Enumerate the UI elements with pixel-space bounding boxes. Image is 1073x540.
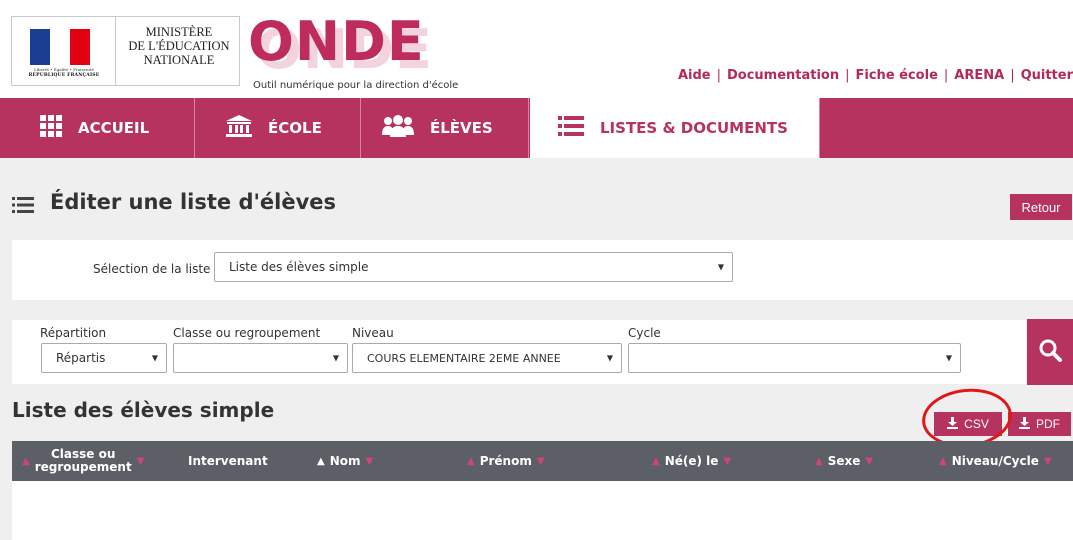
nav-ecole[interactable]: ÉCOLE [196, 98, 361, 158]
sort-down-icon[interactable]: ▼ [723, 456, 731, 467]
classe-select[interactable]: ▼ [173, 343, 348, 373]
nav-listes-documents[interactable]: LISTES & DOCUMENTS [530, 98, 820, 158]
column-label: Sexe [827, 454, 861, 468]
column-label: Né(e) le [664, 454, 719, 468]
pdf-label: PDF [1036, 417, 1060, 431]
column-label: Nom [329, 454, 361, 468]
page-header: Éditer une liste d'élèves [0, 188, 1073, 228]
cycle-select[interactable]: ▼ [628, 343, 961, 373]
chevron-down-icon: ▼ [717, 262, 724, 272]
republique-francaise: RÉPUBLIQUE FRANÇAISE [28, 73, 100, 78]
sort-up-icon[interactable]: ▲ [939, 456, 947, 467]
ministry-logo: Liberté • Égalité • Fraternité RÉPUBLIQU… [11, 16, 240, 86]
list-icon [12, 196, 34, 214]
nav-label: ÉLÈVES [430, 119, 493, 137]
niveau-select[interactable]: COURS ELEMENTAIRE 2EME ANNEE ▼ [352, 343, 622, 373]
link-aide[interactable]: Aide [678, 68, 711, 83]
sort-down-icon[interactable]: ▼ [137, 456, 145, 467]
header: Liberté • Égalité • Fraternité RÉPUBLIQU… [0, 0, 1073, 98]
chevron-down-icon: ▼ [151, 353, 158, 363]
filter-label-cycle: Cycle [628, 326, 661, 340]
column-label: Classe ou regroupement [34, 447, 132, 474]
list-title: Liste des élèves simple [12, 398, 275, 422]
list-selection-panel: Sélection de la liste Liste des élèves s… [12, 240, 1073, 300]
app-name: ONDE [248, 10, 425, 73]
chevron-down-icon: ▼ [332, 353, 339, 363]
nav-accueil[interactable]: ACCUEIL [0, 98, 195, 158]
pdf-download-button[interactable]: PDF [1008, 412, 1071, 436]
nav-label: ACCUEIL [78, 119, 150, 137]
sort-down-icon[interactable]: ▼ [1044, 456, 1052, 467]
link-separator: | [1010, 68, 1015, 83]
chevron-down-icon: ▼ [606, 353, 613, 363]
page-title: Éditer une liste d'élèves [50, 190, 337, 214]
user-area [868, 20, 1073, 64]
nav-label: ÉCOLE [268, 119, 322, 137]
ministry-line: MINISTÈRE [145, 25, 213, 39]
table-header: ▲ Classe ou regroupement ▼ Intervenant ▲… [12, 441, 1073, 481]
filters-panel: Répartition Répartis ▼ Classe ou regroup… [12, 320, 1026, 384]
download-icon [1019, 416, 1030, 432]
column-prenom[interactable]: ▲ Prénom ▼ [467, 441, 545, 481]
building-icon [226, 115, 252, 141]
top-links: Aide | Documentation | Fiche école | ARENA | Qui… [678, 68, 1073, 83]
column-sexe[interactable]: ▲ Sexe ▼ [815, 441, 873, 481]
marianne-motto: Liberté • Égalité • Fraternité [34, 67, 94, 72]
main-nav: ACCUEIL ÉCOLE ÉLÈVES LISTES & DOCUMENTS [0, 98, 1073, 158]
filter-label-classe: Classe ou regroupement [173, 326, 321, 340]
column-niveau-cycle[interactable]: ▲ Niveau/Cycle ▼ [939, 441, 1052, 481]
sort-down-icon[interactable]: ▼ [865, 456, 873, 467]
ministry-line: DE L'ÉDUCATION [128, 39, 230, 53]
column-label: Niveau/Cycle [951, 454, 1039, 468]
link-separator: | [943, 68, 949, 83]
french-flag-icon [30, 29, 90, 65]
list-type-select[interactable]: Liste des élèves simple ▼ [214, 252, 733, 282]
ministry-line: NATIONALE [143, 53, 215, 67]
chevron-down-icon: ▼ [945, 353, 952, 363]
app-logo: ONDE ONDE [248, 10, 432, 80]
sort-up-icon[interactable]: ▲ [467, 456, 475, 467]
people-icon [382, 115, 414, 141]
column-label: Prénom [479, 454, 532, 468]
select-value: Répartis [56, 351, 106, 365]
sort-up-icon[interactable]: ▲ [317, 456, 325, 467]
sort-up-icon[interactable]: ▲ [22, 456, 30, 467]
back-button[interactable]: Retour [1010, 194, 1072, 220]
link-separator: | [845, 68, 850, 83]
column-classe[interactable]: ▲ Classe ou regroupement ▼ [22, 441, 167, 481]
link-fiche-ecole[interactable]: Fiche école [856, 68, 938, 83]
nav-label: LISTES & DOCUMENTS [600, 119, 788, 137]
marianne-block: Liberté • Égalité • Fraternité RÉPUBLIQU… [12, 17, 116, 85]
column-nom[interactable]: ▲ Nom ▼ [317, 441, 373, 481]
sort-down-icon[interactable]: ▼ [366, 456, 374, 467]
column-intervenant: Intervenant [188, 441, 268, 481]
link-documentation[interactable]: Documentation [727, 68, 839, 83]
list-selection-label: Sélection de la liste [93, 262, 211, 276]
nav-eleves[interactable]: ÉLÈVES [362, 98, 529, 158]
search-button[interactable] [1027, 319, 1073, 385]
column-ne-le[interactable]: ▲ Né(e) le ▼ [652, 441, 731, 481]
search-icon [1038, 338, 1062, 366]
column-label: Intervenant [188, 454, 268, 468]
sort-up-icon[interactable]: ▲ [815, 456, 823, 467]
ministry-name: MINISTÈRE DE L'ÉDUCATION NATIONALE [118, 25, 240, 67]
app-tagline: Outil numérique pour la direction d'écol… [253, 80, 459, 91]
table-body [12, 481, 1073, 540]
filter-label-repartition: Répartition [40, 326, 107, 340]
list-icon [558, 116, 584, 140]
select-value: Liste des élèves simple [229, 260, 369, 274]
link-separator: | [716, 68, 721, 83]
sort-down-icon[interactable]: ▼ [537, 456, 545, 467]
link-arena[interactable]: ARENA [954, 68, 1004, 83]
grid-icon [40, 115, 62, 141]
select-value: COURS ELEMENTAIRE 2EME ANNEE [367, 351, 561, 365]
repartition-select[interactable]: Répartis ▼ [41, 343, 167, 373]
sort-up-icon[interactable]: ▲ [652, 456, 660, 467]
link-quitter[interactable]: Quitter [1021, 68, 1073, 83]
filter-label-niveau: Niveau [352, 326, 394, 340]
main-content: Éditer une liste d'élèves Retour Sélecti… [0, 158, 1073, 540]
